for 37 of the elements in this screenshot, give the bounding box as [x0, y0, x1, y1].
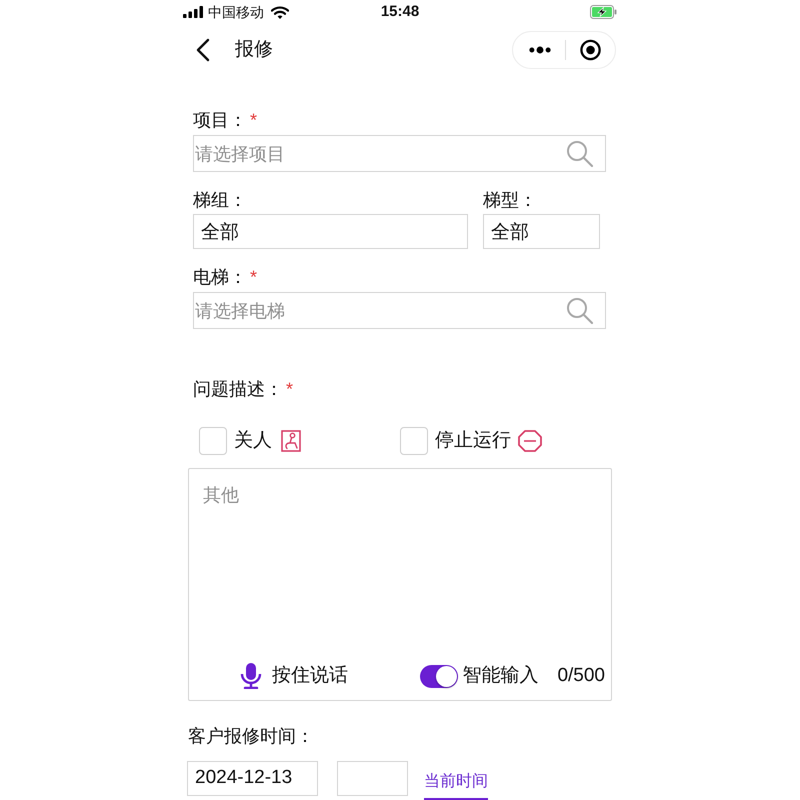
- select-field[interactable]: 全部: [193, 214, 468, 249]
- carrier-name: 中国移动: [208, 4, 264, 20]
- field-label: 电梯：: [193, 266, 247, 288]
- more-icon[interactable]: [529, 45, 551, 55]
- field-label: 问题描述：: [193, 378, 283, 400]
- stop-octagon-icon: [518, 430, 542, 452]
- date-field[interactable]: 2024-12-13: [187, 760, 318, 796]
- select-field[interactable]: 全部: [483, 214, 600, 249]
- status-time: 15:48: [380, 3, 420, 21]
- back-icon[interactable]: [196, 38, 210, 62]
- option-label: 关人: [234, 429, 272, 453]
- switch-label: 智能输入: [462, 664, 538, 688]
- option-label: 停止运行: [435, 429, 511, 453]
- checkbox[interactable]: [199, 427, 227, 455]
- checkbox[interactable]: [400, 427, 428, 455]
- character-counter: 0/500: [557, 664, 605, 688]
- placeholder-text: 请选择项目: [194, 142, 286, 166]
- required-mark: *: [250, 266, 258, 288]
- field-label: 梯组：: [193, 189, 247, 211]
- field-label: 项目：: [193, 109, 247, 131]
- person-frame-icon: [281, 430, 301, 452]
- current-time-link[interactable]: 当前时间: [424, 772, 488, 800]
- required-mark: *: [286, 378, 294, 400]
- wifi-icon: [271, 6, 289, 18]
- description-textarea[interactable]: 其他 按住说话 智能输入 0/500: [188, 468, 612, 701]
- signal-icon: [183, 6, 203, 18]
- placeholder-text: 请选择电梯: [194, 300, 286, 322]
- time-field[interactable]: [337, 760, 408, 796]
- placeholder-text: 其他: [203, 484, 240, 506]
- voice-button[interactable]: 按住说话: [240, 663, 348, 689]
- page-title: 报修: [235, 38, 273, 62]
- circle-dot-icon[interactable]: [580, 39, 601, 61]
- required-mark: *: [250, 109, 258, 131]
- smart-input-switch[interactable]: [420, 664, 458, 688]
- field-label: 客户报修时间：: [188, 725, 314, 747]
- field-label: 梯型：: [483, 189, 537, 211]
- microphone-icon[interactable]: [240, 663, 262, 689]
